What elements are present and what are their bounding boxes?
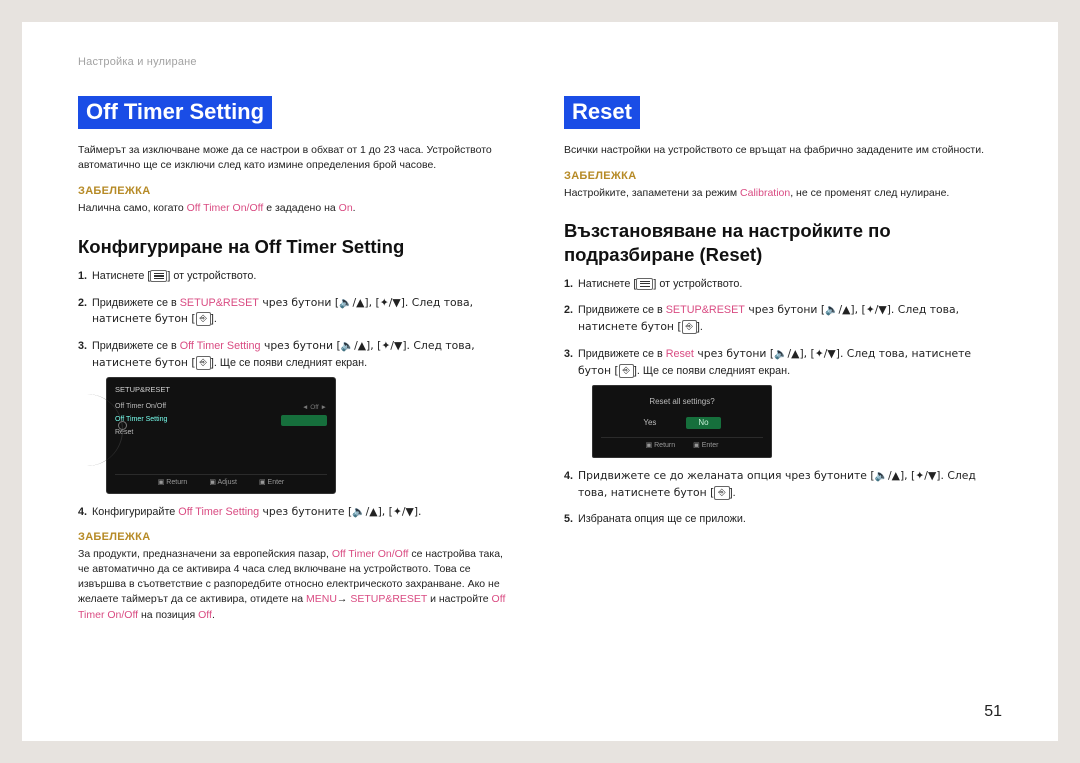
two-column-layout: Off Timer Setting Таймерът за изключване… <box>78 96 1002 641</box>
step-2: Придвижете се в SETUP&RESET чрез бутони … <box>78 295 516 328</box>
steps-list: Натиснете [ ] от устройството. Придвижете… <box>78 268 516 521</box>
text: ] от устройството. <box>653 278 742 290</box>
text: и настройте <box>427 593 491 605</box>
text: ]. Ще се появи следният екран. <box>634 365 790 377</box>
osd-row-selected: Off Timer Setting <box>115 414 327 427</box>
text: Настройките, запаметени за режим <box>564 187 740 199</box>
osd-option-yes: Yes <box>643 417 656 429</box>
menu-icon <box>150 270 167 282</box>
pink-text: Off Timer On/Off <box>332 548 409 560</box>
manual-page: Настройка и нулиране Off Timer Setting Т… <box>22 22 1058 741</box>
text: . <box>212 609 215 621</box>
breadcrumb: Настройка и нулиране <box>78 56 1002 68</box>
note-label: ЗАБЕЛЕЖКА <box>78 531 516 543</box>
text: Придвижете се в <box>578 348 666 360</box>
text: ]. <box>730 487 736 499</box>
text: ]. <box>211 313 217 325</box>
subsection-heading: Конфигуриране на Off Timer Setting <box>78 235 516 258</box>
pink-text: Off <box>198 609 212 621</box>
page-number: 51 <box>984 703 1002 721</box>
osd-item-value: ◄ Off ► <box>302 403 327 413</box>
text: Конфигурирайте <box>92 506 178 518</box>
osd-option-no-selected: No <box>686 417 720 429</box>
text: на позиция <box>138 609 198 621</box>
pink-text: Calibration <box>740 187 790 199</box>
intro-text: Таймерът за изключване може да се настро… <box>78 143 516 173</box>
step-4: Конфигурирайте Off Timer Setting чрез бу… <box>78 504 516 521</box>
arrow-icon: → <box>337 593 348 605</box>
right-column: Reset Всички настройки на устройството с… <box>564 96 1002 641</box>
text: , не се променят след нулиране. <box>790 187 949 199</box>
osd-row: Reset <box>115 427 327 440</box>
osd-btn: Enter <box>693 441 718 452</box>
step-1: Натиснете [ ] от устройството. <box>564 276 1002 293</box>
pink-text: Off Timer On/Off <box>187 202 264 214</box>
pink-text: Reset <box>666 348 694 360</box>
text: Придвижете се в <box>92 340 180 352</box>
step-4: Придвижете се до желаната опция чрез бут… <box>564 468 1002 501</box>
text: ]. Ще се появи следният екран. <box>211 357 367 369</box>
pink-text: On <box>339 202 353 214</box>
osd-btn: Return <box>158 478 188 489</box>
osd-row: Off Timer On/Off ◄ Off ► <box>115 401 327 414</box>
note-label: ЗАБЕЛЕЖКА <box>78 185 516 197</box>
text: ]. <box>697 321 703 333</box>
step-3: Придвижете се в Reset чрез бутони [🔈/▲],… <box>564 346 1002 458</box>
enter-icon: ⎆ <box>196 356 211 370</box>
text: Придвижете се в <box>578 304 666 316</box>
pink-text: Off Timer Setting <box>178 506 259 518</box>
pink-text: SETUP&RESET <box>180 297 259 309</box>
text: ] от устройството. <box>167 270 256 282</box>
text: чрез бутоните [🔈/▲], [✦/▼]. <box>259 505 421 518</box>
text: За продукти, предназначени за европейски… <box>78 548 332 560</box>
text: Придвижете се в <box>92 297 180 309</box>
note-label: ЗАБЕЛЕЖКА <box>564 170 1002 182</box>
osd-screenshot: SETUP&RESET Off Timer On/Off ◄ Off ► Off… <box>92 377 516 493</box>
steps-list: Натиснете [ ] от устройството. Придвижете… <box>564 276 1002 529</box>
step-1: Натиснете [ ] от устройството. <box>78 268 516 285</box>
enter-icon: ⎆ <box>196 312 211 326</box>
osd-title: SETUP&RESET <box>115 384 327 396</box>
menu-icon <box>636 278 653 290</box>
text: Натиснете [ <box>578 278 636 290</box>
section-heading-reset: Reset <box>564 96 640 129</box>
note-body: Налична само, когато Off Timer On/Off е … <box>78 201 516 216</box>
left-column: Off Timer Setting Таймерът за изключване… <box>78 96 516 641</box>
step-5: Избраната опция ще се приложи. <box>564 511 1002 528</box>
pink-text: SETUP&RESET <box>350 593 427 605</box>
osd-screenshot: Reset all settings? Yes No Return Enter <box>578 385 1002 458</box>
text: Натиснете [ <box>92 270 150 282</box>
osd-btn: Enter <box>259 478 284 489</box>
enter-icon: ⎆ <box>682 320 697 334</box>
osd-options: Yes No <box>601 417 763 429</box>
subsection-heading: Възстановяване на настройките по подразб… <box>564 219 1002 265</box>
osd-btn: Adjust <box>209 478 237 489</box>
text: Избраната опция ще се приложи. <box>578 513 746 525</box>
osd-menu: SETUP&RESET Off Timer On/Off ◄ Off ► Off… <box>106 377 336 493</box>
osd-dialog: Reset all settings? Yes No Return Enter <box>592 385 772 458</box>
osd-btn: Return <box>646 441 676 452</box>
osd-button-bar: Return Adjust Enter <box>115 474 327 489</box>
pink-text: Off Timer Setting <box>180 340 261 352</box>
osd-question: Reset all settings? <box>601 396 763 408</box>
text: е зададено на <box>263 202 338 214</box>
enter-icon: ⎆ <box>619 364 634 378</box>
osd-button-bar: Return Enter <box>601 437 763 452</box>
osd-item-label: Off Timer On/Off <box>115 402 166 413</box>
pink-text: MENU <box>306 593 337 605</box>
text: Налична само, когато <box>78 202 187 214</box>
enter-icon: ⎆ <box>714 486 729 500</box>
note-body: За продукти, предназначени за европейски… <box>78 547 516 623</box>
text: Придвижете се до желаната опция чрез бут… <box>578 469 976 499</box>
pink-text: SETUP&RESET <box>666 304 745 316</box>
step-3: Придвижете се в Off Timer Setting чрез б… <box>78 338 516 494</box>
step-2: Придвижете се в SETUP&RESET чрез бутони … <box>564 302 1002 335</box>
osd-selected-pill <box>281 415 327 426</box>
text: . <box>353 202 356 214</box>
intro-text: Всички настройки на устройството се връщ… <box>564 143 1002 158</box>
section-heading-off-timer: Off Timer Setting <box>78 96 272 129</box>
note-body: Настройките, запаметени за режим Calibra… <box>564 186 1002 201</box>
